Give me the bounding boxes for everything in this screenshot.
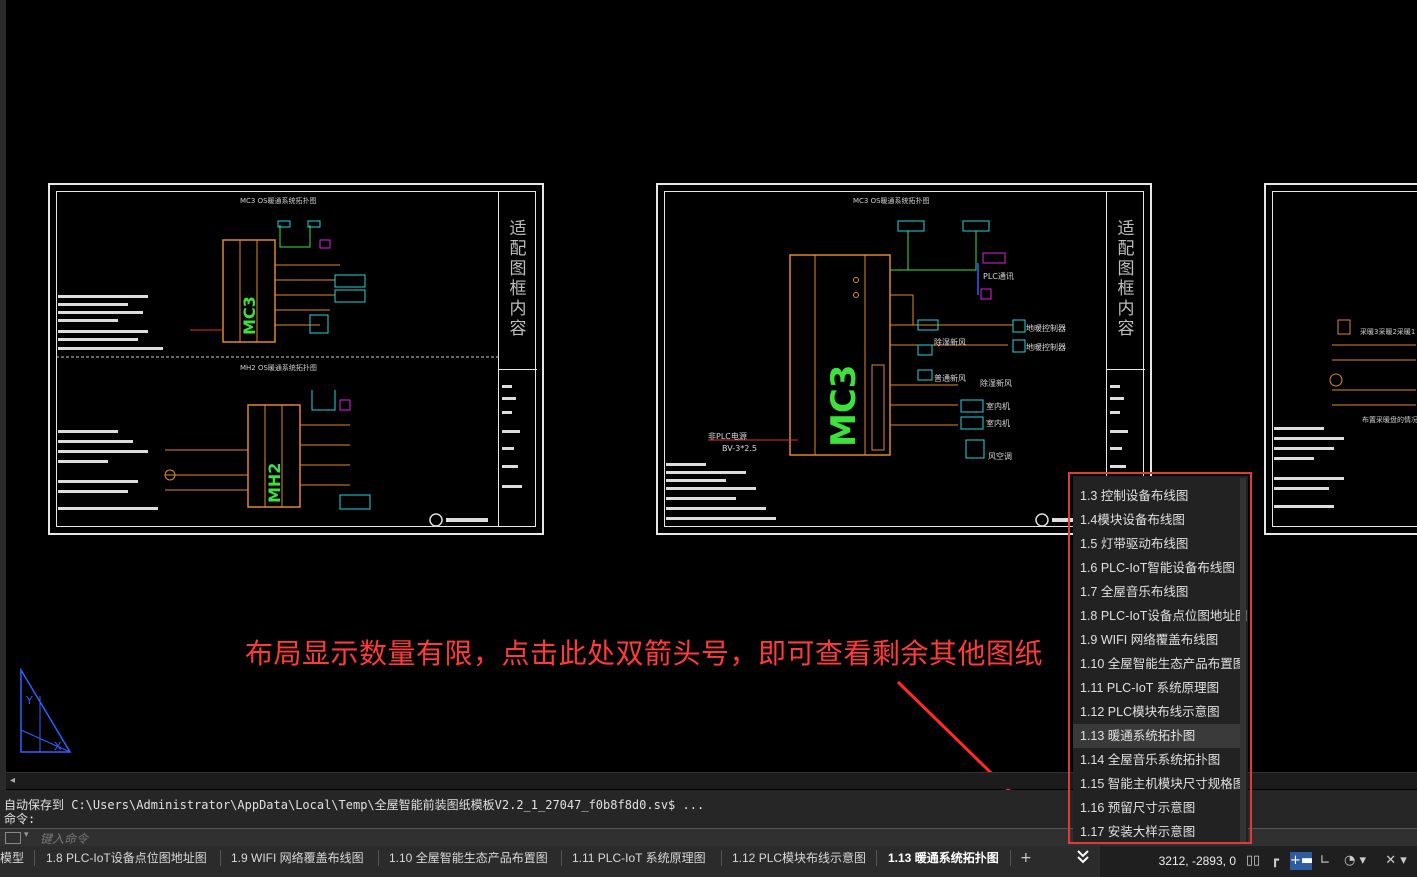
tab-divider bbox=[34, 850, 35, 866]
tab-layout-1-9[interactable]: 1.9 WIFI 网络覆盖布线图 bbox=[231, 846, 364, 870]
label-plc: PLC通讯 bbox=[983, 272, 1014, 281]
label-indoor2: 室内机 bbox=[986, 419, 1010, 428]
label-fresh3: 除湿新风 bbox=[980, 379, 1012, 388]
tab-divider bbox=[378, 850, 379, 866]
command-input[interactable] bbox=[38, 830, 942, 847]
tab-divider bbox=[721, 850, 722, 866]
osnap-icon[interactable]: ◔ ▾ bbox=[1340, 852, 1370, 870]
chevron-down-icon[interactable]: ▾ bbox=[24, 830, 29, 840]
sheet2-module: MC3 bbox=[824, 365, 864, 447]
double-chevron-down-icon[interactable] bbox=[1074, 848, 1092, 868]
layout-sheet-1[interactable]: 适配图框内容 MC3 OS暖通系统拓扑图 MH2 OS暖通系统拓扑图 MC3 M… bbox=[48, 183, 544, 535]
tab-divider bbox=[220, 850, 221, 866]
sheet3-label1: 采暖3采暖2采暖1 bbox=[1360, 328, 1416, 336]
sheet1-schematic: MC3 MH2 bbox=[56, 220, 522, 527]
sheet3-label2: 布置采暖盘的情况 bbox=[1362, 416, 1417, 424]
label-floor1: 地暖控制器 bbox=[1026, 324, 1066, 333]
label-ac: 风空调 bbox=[988, 452, 1012, 461]
sheet3-schematic bbox=[1274, 319, 1416, 508]
layout-sheet-3[interactable]: 采暖3采暖2采暖1 布置采暖盘的情况 bbox=[1264, 183, 1417, 535]
highlight-box bbox=[1068, 472, 1252, 844]
instruction-annotation: 布局显示数量有限，点击此处双箭头号，即可查看剩余其他图纸 bbox=[245, 637, 1044, 670]
label-fresh2: 普通新风 bbox=[934, 374, 966, 383]
tab-layout-1-8[interactable]: 1.8 PLC-IoT设备点位图地址图 bbox=[46, 846, 207, 870]
add-layout-button[interactable]: + bbox=[1020, 846, 1032, 870]
history-line-1: 自动保存到 C:\Users\Administrator\AppData\Loc… bbox=[4, 798, 705, 812]
tab-divider bbox=[561, 850, 562, 866]
sheet1-module-bottom: MH2 bbox=[265, 463, 284, 503]
tab-layout-1-12[interactable]: 1.12 PLC模块布线示意图 bbox=[732, 846, 866, 870]
label-indoor1: 室内机 bbox=[986, 402, 1010, 411]
label-cable: BV-3*2.5 bbox=[722, 444, 757, 453]
scroll-left-icon[interactable]: ◂ bbox=[10, 775, 15, 786]
tab-model[interactable]: 模型 bbox=[0, 846, 24, 870]
tab-divider bbox=[876, 850, 877, 866]
tab-divider bbox=[1010, 850, 1011, 866]
tab-layout-1-10[interactable]: 1.10 全屋智能生态产品布置图 bbox=[389, 846, 548, 870]
ucs-icon: Y X bbox=[20, 668, 72, 753]
polar-icon[interactable]: ∟ bbox=[1316, 852, 1334, 870]
svg-text:Y: Y bbox=[25, 694, 33, 707]
status-bar: 3212, -2893, 0 ▯▯ ┏ +▬ ∟ ◔ ▾ ✕ ▾ bbox=[1100, 846, 1417, 877]
tab-layout-1-11[interactable]: 1.11 PLC-IoT 系统原理图 bbox=[572, 846, 706, 870]
left-edge-bar bbox=[0, 0, 6, 790]
label-power: 非PLC电源 bbox=[708, 432, 747, 441]
svg-text:X: X bbox=[54, 740, 62, 753]
grid-icon[interactable]: ▯▯ bbox=[1244, 852, 1262, 870]
history-line-2: 命令: bbox=[4, 812, 36, 826]
layout-tabs: 模型 1.8 PLC-IoT设备点位图地址图 1.9 WIFI 网络覆盖布线图 … bbox=[0, 846, 1100, 877]
snap-icon[interactable]: ┏ bbox=[1266, 852, 1284, 870]
sheet1-module-top: MC3 bbox=[240, 296, 259, 335]
ortho-icon[interactable]: +▬ bbox=[1290, 852, 1313, 870]
otrack-icon[interactable]: ✕ ▾ bbox=[1378, 852, 1414, 870]
coordinate-readout: 3212, -2893, 0 bbox=[1158, 854, 1236, 868]
command-icon[interactable] bbox=[5, 832, 21, 844]
label-fresh1: 除湿新风 bbox=[934, 338, 966, 347]
tab-layout-1-13[interactable]: 1.13 暖通系统拓扑图 bbox=[888, 846, 999, 870]
label-floor2: 地暖控制器 bbox=[1026, 343, 1066, 352]
